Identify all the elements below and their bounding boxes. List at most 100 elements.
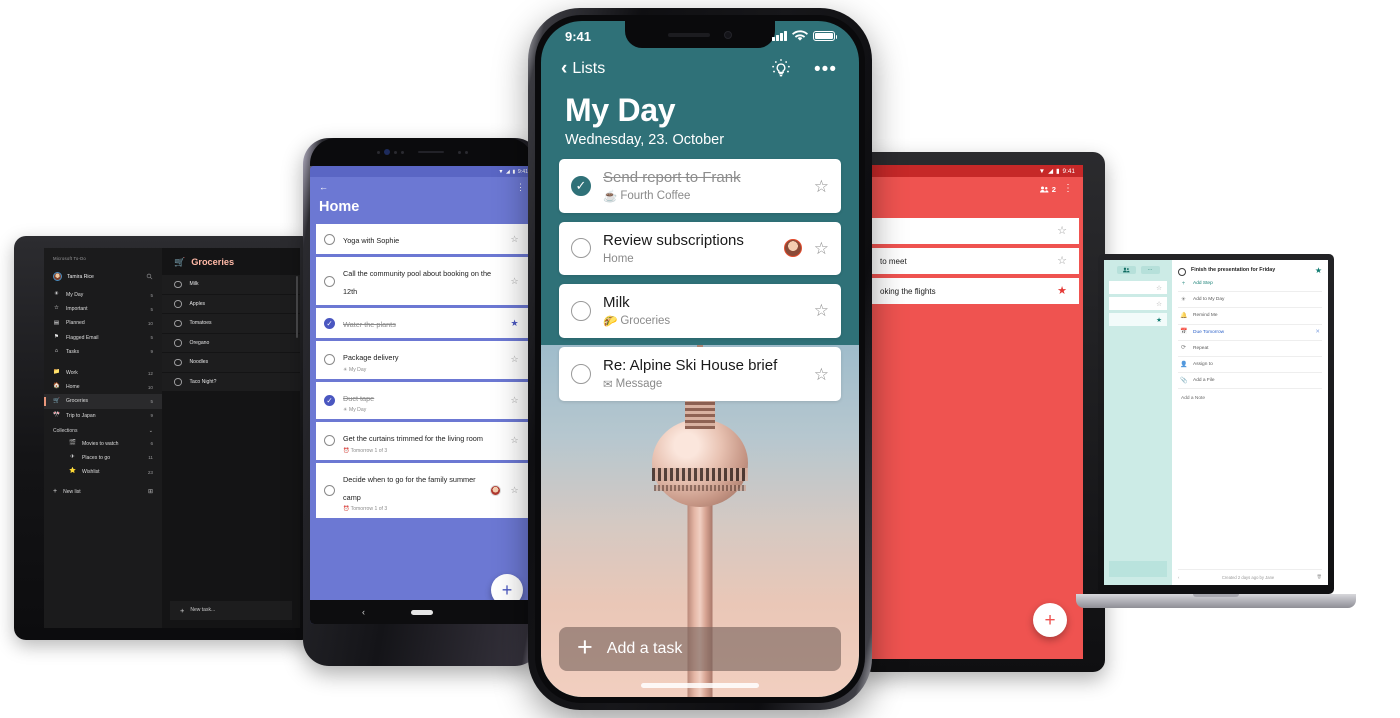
add-task-button[interactable]: + Add a task (559, 627, 841, 671)
scrollbar[interactable] (295, 276, 298, 338)
sidebar-item-groceries[interactable]: 🛒 Groceries 5 (44, 394, 162, 409)
new-group-icon[interactable]: ⊞ (148, 488, 153, 495)
list-item[interactable]: ☆ (1109, 281, 1167, 294)
star-icon[interactable]: ☆ (1057, 255, 1067, 267)
repeat-button[interactable]: ⟳ Repeat (1178, 341, 1322, 357)
chevron-down-icon[interactable]: ⌄ (149, 428, 153, 434)
table-row[interactable]: Noodles (162, 353, 300, 373)
people-icon[interactable] (1116, 266, 1136, 274)
list-item[interactable]: Duct tape ☀ My Day ☆ (316, 381, 528, 419)
home-indicator[interactable] (641, 683, 759, 688)
sidebar-item-home[interactable]: 🏠 Home 10 (44, 380, 162, 394)
star-icon[interactable]: ★ (509, 318, 520, 328)
star-icon[interactable]: ☆ (814, 240, 829, 257)
ellipsis-icon[interactable]: ••• (814, 60, 837, 79)
checkbox[interactable] (1178, 268, 1186, 276)
table-row[interactable]: Apples (162, 294, 300, 314)
table-row[interactable]: Taco Night? (162, 372, 300, 392)
list-item[interactable]: Water the plants ★ (316, 308, 528, 338)
star-icon[interactable]: ☆ (814, 178, 829, 195)
checkbox[interactable] (324, 233, 335, 245)
sidebar-item-tasks[interactable]: ⌂ Tasks 9 (44, 345, 162, 359)
checkbox[interactable] (324, 275, 335, 287)
star-icon[interactable]: ☆ (1156, 284, 1162, 292)
star-icon[interactable]: ☆ (814, 302, 829, 319)
note-input[interactable]: Add a Note (1178, 389, 1322, 408)
checkbox[interactable] (571, 176, 591, 197)
star-icon[interactable]: ☆ (509, 355, 520, 364)
sidebar-item-important[interactable]: ☆ Important 5 (44, 302, 162, 316)
due-date-button[interactable]: 📅 Due Tomorrow ✕ (1178, 325, 1322, 341)
star-icon[interactable]: ☆ (509, 276, 520, 286)
share-members-button[interactable]: 2 (1039, 185, 1056, 194)
checkbox[interactable] (571, 300, 591, 321)
sidebar-item-wishlist[interactable]: ⭐ Wishlist 23 (52, 465, 162, 479)
kebab-menu-icon[interactable]: ⋮ (516, 183, 525, 192)
list-item[interactable]: to meet ☆ (868, 248, 1079, 274)
collections-header[interactable]: Collections ⌄ (44, 423, 162, 437)
add-task-fab[interactable]: + (1033, 603, 1067, 637)
star-icon[interactable]: ☆ (1156, 300, 1162, 308)
star-icon[interactable]: ☆ (509, 436, 520, 445)
trash-icon[interactable]: 🗑 (1317, 574, 1322, 580)
add-file-button[interactable]: 📎 Add a File (1178, 373, 1322, 390)
star-icon[interactable]: ★ (1057, 285, 1067, 297)
new-task-input[interactable]: + New task... (170, 600, 292, 620)
back-to-lists-button[interactable]: ‹ Lists (561, 59, 605, 78)
table-row[interactable]: Tomatoes (162, 314, 300, 334)
add-step-button[interactable]: + Add Step (1178, 276, 1322, 293)
list-item[interactable]: Decide when to go for the family summer … (316, 462, 528, 518)
list-item[interactable]: oking the flights ★ (868, 278, 1079, 304)
checkbox[interactable] (571, 364, 591, 385)
star-icon[interactable]: ☆ (509, 395, 520, 405)
list-item[interactable]: Milk 🌮 Groceries ☆ (559, 283, 841, 338)
close-icon[interactable]: ✕ (1315, 329, 1320, 335)
table-row[interactable]: Oregano (162, 333, 300, 353)
kebab-menu-icon[interactable]: ⋮ (1063, 184, 1073, 194)
star-icon[interactable]: ★ (1156, 316, 1162, 324)
list-item[interactable]: Send report to Frank ☕ Fourth Coffee ☆ (559, 159, 841, 214)
checkbox[interactable] (324, 394, 335, 406)
list-item[interactable]: Get the curtains trimmed for the living … (316, 422, 528, 460)
checkbox[interactable] (324, 435, 335, 447)
list-item[interactable]: ☆ (1109, 297, 1167, 310)
add-task-bar[interactable] (1109, 561, 1167, 577)
checkbox[interactable] (174, 300, 182, 308)
lightbulb-icon[interactable] (770, 58, 792, 80)
checkbox[interactable] (174, 378, 182, 386)
checkbox[interactable] (174, 319, 182, 327)
sidebar-item-my-day[interactable]: ☀ My Day 5 (44, 288, 162, 302)
user-row[interactable]: Tamira Rice (44, 268, 162, 288)
new-list-button[interactable]: + New list ⊞ (44, 482, 162, 501)
sidebar-item-places-to-go[interactable]: ✈ Places to go 11 (52, 451, 162, 465)
list-item[interactable]: Re: Alpine Ski House brief ✉ Message ☆ (559, 346, 841, 402)
sidebar-item-trip-to-japan[interactable]: 🎌 Trip to Japan 9 (44, 409, 162, 423)
checkbox[interactable] (174, 280, 182, 288)
checkbox[interactable] (324, 354, 335, 366)
checkbox[interactable] (324, 317, 335, 329)
star-icon[interactable]: ☆ (509, 485, 520, 495)
table-row[interactable]: Milk (162, 275, 300, 295)
checkbox[interactable] (571, 238, 591, 259)
list-item[interactable]: Review subscriptions Home ☆ (559, 222, 841, 275)
star-icon[interactable]: ★ (1315, 267, 1322, 275)
list-item[interactable]: Package delivery ☀ My Day ☆ (316, 341, 528, 379)
nav-back-icon[interactable]: ‹ (362, 607, 365, 617)
list-item[interactable]: ☆ (868, 218, 1079, 244)
list-item[interactable]: Yoga with Sophie ☆ (316, 224, 528, 254)
checkbox[interactable] (174, 358, 182, 366)
remind-me-button[interactable]: 🔔 Remind Me (1178, 308, 1322, 325)
search-icon[interactable] (146, 273, 153, 280)
assign-to-button[interactable]: 👤 Assign to (1178, 357, 1322, 374)
star-icon[interactable]: ☆ (1057, 225, 1067, 237)
list-item[interactable]: ★ (1109, 313, 1167, 326)
sidebar-item-movies-to-watch[interactable]: 🎬 Movies to watch 6 (52, 437, 162, 451)
sidebar-item-work[interactable]: 📁 Work 12 (44, 366, 162, 380)
checkbox[interactable] (174, 339, 182, 347)
sidebar-item-planned[interactable]: ▤ Planned 10 (44, 316, 162, 330)
sidebar-item-flagged-email[interactable]: ⚑ Flagged Email 5 (44, 331, 162, 345)
list-item[interactable]: Call the community pool about booking on… (316, 257, 528, 305)
add-to-my-day-button[interactable]: ☀ Add to My Day (1178, 292, 1322, 309)
nav-home-icon[interactable] (411, 609, 433, 615)
ellipsis-icon[interactable]: ··· (1140, 266, 1160, 274)
